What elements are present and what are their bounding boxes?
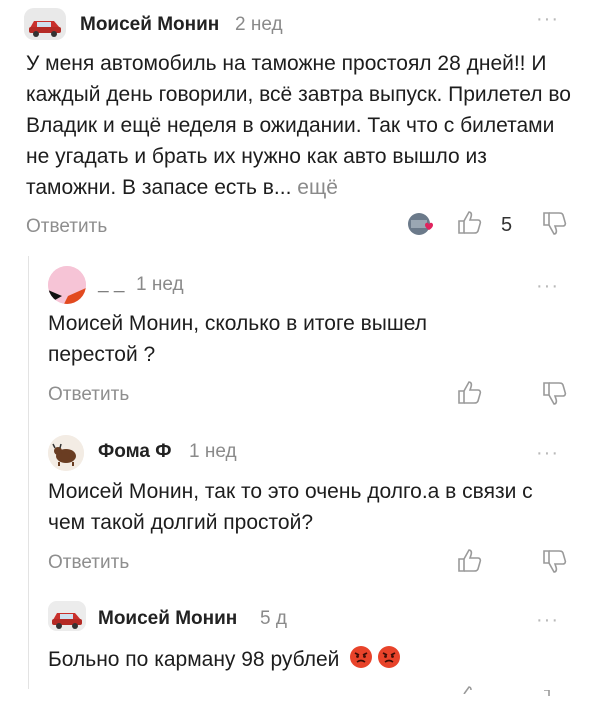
bull-icon [48,435,84,471]
thumbs-down-icon[interactable] [540,548,568,581]
thumbs-up-icon[interactable] [455,378,483,411]
reply-button[interactable]: Ответить [48,384,129,406]
more-dots-icon[interactable]: ··· [536,443,559,463]
comment-author[interactable]: Моисей Монин [80,14,219,36]
comment-time: 5 д [260,608,287,629]
car-icon [48,601,86,631]
thread-line [28,256,29,689]
comment-text: Больно по карману 98 рублей [48,644,568,678]
thumbs-up-icon[interactable] [455,546,483,579]
car-avatar[interactable] [24,8,66,40]
user-avatar[interactable] [48,435,84,471]
like-count: 5 [501,214,513,236]
comment-author[interactable]: _ _ [98,274,124,296]
user-avatar[interactable] [48,266,86,304]
avatar-image-icon [48,266,86,304]
more-dots-icon[interactable]: ··· [536,610,559,630]
car-icon [24,8,66,40]
comment-time: 1 нед [136,274,184,295]
angry-face-icon [377,645,401,678]
reaction-avatar-icon [405,211,437,242]
read-more-link[interactable]: ещё [297,176,338,199]
comment-text: Моисей Монин, сколько в итоге вышел пере… [48,312,427,366]
more-dots-icon[interactable]: ··· [536,276,559,296]
thumbs-up-icon[interactable] [455,681,483,699]
angry-face-icon [349,645,373,678]
more-dots-icon[interactable]: ··· [536,9,559,29]
comment-time: 2 нед [235,14,283,35]
comment-author[interactable]: Моисей Монин [98,608,237,630]
comment-author[interactable]: Фома Ф [98,441,171,463]
thumbs-up-icon[interactable] [455,208,483,241]
comment-body: Больно по карману 98 рублей [48,648,340,671]
thumbs-down-icon[interactable] [540,380,568,413]
thumbs-down-icon[interactable] [540,683,568,701]
thumbs-down-icon[interactable] [540,210,568,243]
car-avatar[interactable] [48,601,86,631]
reply-button[interactable]: Ответить [26,216,107,238]
comment-text: У меня автомобиль на таможне простоял 28… [26,48,571,203]
comment-text: Моисей Монин, так то это очень долго.а в… [48,480,533,534]
comment-time: 1 нед [189,441,237,462]
reply-button[interactable]: Ответить [48,552,129,574]
